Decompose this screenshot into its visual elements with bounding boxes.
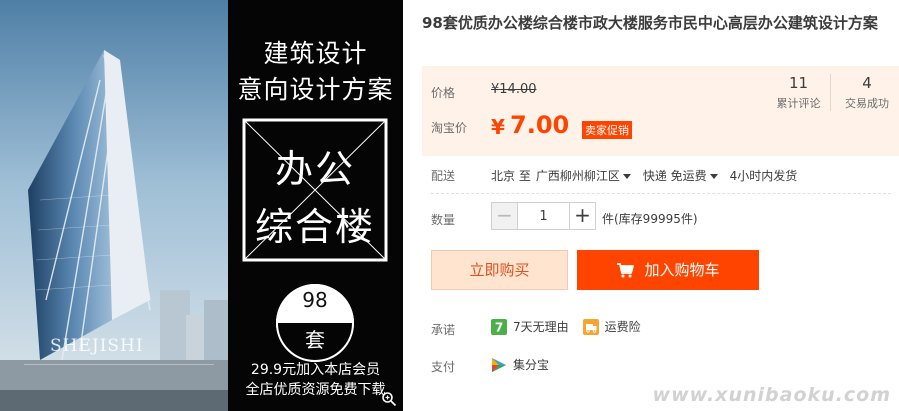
ship-method-select[interactable]: 快递 免运费	[643, 167, 730, 184]
promo-footer-1: 29.9元加入本店会员	[250, 362, 381, 378]
divider	[431, 193, 891, 194]
shipping-label: 配送	[431, 169, 456, 183]
quantity-decrease-button[interactable]: −	[492, 203, 518, 229]
payment-method[interactable]: 集分宝	[491, 356, 549, 373]
price-box: 价格 ¥14.00 淘宝价 ¥ 7.00 卖家促销 11 累计评论 4 交易成功	[422, 66, 899, 156]
taobao-price-label: 淘宝价	[431, 121, 468, 135]
add-to-cart-label: 加入购物车	[644, 261, 720, 279]
sales-count: 4	[862, 74, 872, 92]
quantity-input[interactable]	[518, 203, 569, 229]
promise-item[interactable]: 7天无理由	[513, 318, 569, 335]
add-to-cart-button[interactable]: 加入购物车	[577, 250, 759, 290]
chevron-down-icon	[622, 174, 631, 179]
current-price: 7.00	[510, 111, 570, 139]
brand-logo-text: SHEJISHI	[50, 336, 144, 356]
zoom-icon[interactable]	[381, 391, 397, 407]
sales-count-label: 交易成功	[845, 97, 889, 110]
svg-text:7: 7	[495, 320, 503, 334]
promo-panel: 建筑设计 意向设计方案 办公 综合楼 98 套 29.9元加入本店会员 全店优质…	[228, 0, 403, 411]
quantity-increase-button[interactable]: +	[569, 203, 595, 229]
count-badge: 98 套	[275, 283, 355, 363]
original-price-label: 价格	[431, 86, 456, 100]
seven-day-return-icon: 7	[491, 318, 507, 335]
watermark-text: www.xunibaoku.com	[652, 384, 891, 406]
promo-tag: 卖家促销	[582, 121, 632, 139]
stock-text: 件(库存99995件)	[602, 212, 698, 226]
cart-icon	[617, 263, 635, 278]
promo-frame: 办公 综合楼	[240, 116, 390, 264]
promise-list: 7 7天无理由 运费险	[491, 318, 641, 335]
promo-headline-1: 建筑设计	[263, 39, 368, 68]
buy-now-button[interactable]: 立即购买	[431, 250, 568, 290]
ship-method: 快递 免运费	[642, 169, 707, 183]
promo-footer-2: 全店优质资源免费下载	[245, 382, 386, 398]
original-price: ¥14.00	[491, 82, 537, 97]
review-count-label: 累计评论	[776, 97, 821, 110]
promo-big-word-1: 办公	[274, 147, 355, 191]
payment-method-label: 集分宝	[513, 358, 550, 372]
quantity-stepper: − +	[491, 202, 596, 230]
ship-destination: 广西柳州柳江区	[535, 169, 620, 183]
review-count-stat[interactable]: 11 累计评论	[767, 74, 831, 111]
ship-destination-select[interactable]: 广西柳州柳江区	[536, 167, 643, 184]
promo-big-word-2: 综合楼	[254, 205, 375, 249]
product-main-image[interactable]: SHEJISHI 建筑设计 意向设计方案 办公 综合楼 98 套 29.9元加入…	[0, 0, 403, 411]
badge-unit: 套	[305, 328, 325, 352]
shipping-info: 北京 至 广西柳州柳江区 快递 免运费 4小时内发货	[491, 167, 802, 184]
dispatch-time: 4小时内发货	[729, 169, 798, 183]
jifenbao-icon	[492, 357, 506, 372]
brand-underline	[24, 364, 214, 386]
shipping-insurance-icon	[582, 318, 599, 335]
payment-label: 支付	[431, 360, 456, 374]
badge-number: 98	[302, 288, 328, 312]
review-count: 11	[788, 74, 809, 92]
promise-item[interactable]: 运费险	[605, 318, 641, 335]
chevron-down-icon	[709, 174, 718, 179]
currency-symbol: ¥	[491, 115, 505, 139]
sales-count-stat[interactable]: 4 交易成功	[835, 74, 899, 111]
ship-from: 北京 至	[491, 169, 531, 183]
product-title: 98套优质办公楼综合楼市政大楼服务市民中心高层办公建筑设计方案	[422, 14, 878, 32]
promise-label: 承诺	[431, 323, 456, 337]
quantity-label: 数量	[431, 213, 456, 227]
promo-headline-2: 意向设计方案	[237, 75, 394, 104]
